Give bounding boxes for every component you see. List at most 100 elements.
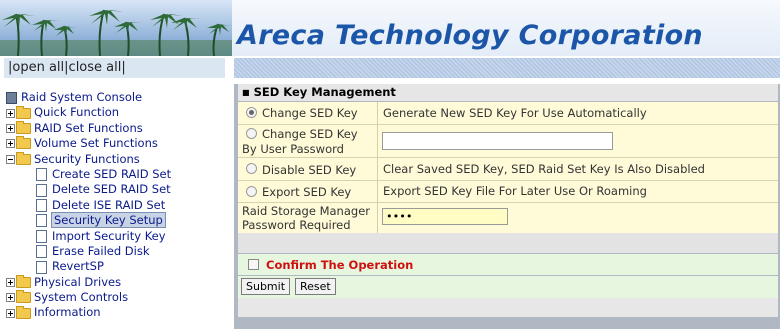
confirm-checkbox[interactable] [248,259,259,270]
navigation-tree: Raid System Console Quick Function RAID … [6,90,230,321]
palm-trees-logo [0,0,232,56]
folder-icon [16,290,31,304]
console-icon [6,91,17,104]
expand-plus-icon[interactable] [6,293,15,303]
expand-plus-icon[interactable] [6,277,15,287]
expand-plus-icon[interactable] [6,108,15,118]
palm-trees-image [0,9,232,56]
company-title: Areca Technology Corporation [237,20,703,51]
option-description: Clear Saved SED Key, SED Raid Set Key Is… [383,162,705,176]
option-row-disable-sed-key: Disable SED Key Clear Saved SED Key, SED… [238,158,778,180]
folder-icon [16,136,31,150]
tree-subitem-create-sed-raid-set[interactable]: Create SED RAID Set [6,167,230,182]
option-label: Change SED Key [262,106,358,120]
close-all-link[interactable]: close all [69,60,122,75]
tree-subitem-label: Erase Failed Disk [52,243,150,258]
tree-item-label: System Controls [34,290,129,305]
radio-change-sed-key[interactable] [246,107,257,118]
tree-subitem-erase-failed-disk[interactable]: Erase Failed Disk [6,244,230,259]
open-close-links: |open all|close all| [4,58,225,78]
header-banner: Areca Technology Corporation [0,0,780,56]
tree-item-label: Quick Function [34,105,120,120]
tree-item-system-controls[interactable]: System Controls [6,290,230,305]
tree-root[interactable]: Raid System Console [6,90,230,105]
bottom-bar [238,298,778,317]
page-icon [36,214,47,228]
section-title-text: SED Key Management [253,85,396,99]
password-row: Raid Storage Manager Password Required [238,203,778,233]
option-label-cell: Change SED Key By User Password [238,125,378,157]
option-label-cell: Export SED Key [238,181,378,202]
tree-subitem-delete-sed-raid-set[interactable]: Delete SED RAID Set [6,182,230,197]
tree-item-information[interactable]: Information [6,305,230,320]
tree-subitem-label: Import Security Key [52,228,166,243]
bullet-icon: ■ [242,88,250,97]
expand-plus-icon[interactable] [6,123,15,133]
password-input-cell [379,203,778,233]
tree-subitem-label: Delete ISE RAID Set [52,197,166,212]
submit-button[interactable]: Submit [241,278,291,295]
password-label-cell: Raid Storage Manager Password Required [238,203,378,233]
expand-plus-icon[interactable] [6,308,15,318]
option-row-export-sed-key: Export SED Key Export SED Key File For L… [238,181,778,202]
password-label: Raid Storage Manager [242,204,370,218]
option-desc-cell: Clear Saved SED Key, SED Raid Set Key Is… [379,158,778,180]
tree-subitem-import-security-key[interactable]: Import Security Key [6,229,230,244]
page-icon [36,168,47,182]
tree-subitem-label: Create SED RAID Set [52,166,172,181]
open-folder-icon [16,151,31,165]
option-desc-cell: Export SED Key File For Later Use Or Roa… [379,181,778,202]
page-icon [36,229,47,243]
folder-icon [16,105,31,119]
page-icon [36,245,47,259]
option-desc-cell: Generate New SED Key For Use Automatical… [379,102,778,124]
option-label: Change SED Key [262,127,358,141]
page-icon [36,260,47,274]
folder-icon [16,274,31,288]
page-icon [36,183,47,197]
tree-item-security-functions[interactable]: Security Functions [6,152,230,167]
tree-item-label: Physical Drives [34,274,122,289]
radio-change-by-password[interactable] [246,128,257,139]
tree-item-label: Volume Set Functions [34,136,158,151]
tree-item-raid-set-functions[interactable]: RAID Set Functions [6,121,230,136]
expand-plus-icon[interactable] [6,139,15,149]
tree-subitem-label: Delete SED RAID Set [52,182,171,197]
option-row-change-sed-key: Change SED Key Generate New SED Key For … [238,102,778,124]
option-description: Export SED Key File For Later Use Or Roa… [383,184,647,198]
option-description: Generate New SED Key For Use Automatical… [383,106,647,120]
tree-subitem-security-key-setup[interactable]: Security Key Setup [6,212,230,229]
section-title: ■ SED Key Management [238,84,778,101]
tree-item-volume-set-functions[interactable]: Volume Set Functions [6,136,230,151]
user-password-field[interactable] [382,132,613,150]
top-pattern-bar [234,58,780,78]
open-all-link[interactable]: open all [12,60,64,75]
confirm-row: Confirm The Operation [238,254,778,275]
button-row: Submit Reset [238,276,778,298]
folder-icon [16,120,31,134]
password-label-line2: Password Required [242,218,351,232]
tree-item-quick-function[interactable]: Quick Function [6,105,230,120]
radio-disable-sed-key[interactable] [246,163,257,174]
reset-button[interactable]: Reset [295,278,336,295]
tree-subitem-label-selected: Security Key Setup [51,212,166,229]
tree-item-label: Information [34,305,101,320]
confirm-label: Confirm The Operation [266,258,414,272]
option-label: Disable SED Key [262,163,357,177]
option-label: Export SED Key [262,185,352,199]
tree-item-label: Security Functions [34,151,140,166]
separator: | [121,60,126,75]
spacer-bar [238,233,778,253]
tree-root-label: Raid System Console [21,90,143,104]
tree-item-physical-drives[interactable]: Physical Drives [6,275,230,290]
page-icon [36,198,47,212]
tree-subitem-delete-ise-raid-set[interactable]: Delete ISE RAID Set [6,198,230,213]
tree-subitem-revertsp[interactable]: RevertSP [6,259,230,274]
folder-icon [16,305,31,319]
collapse-minus-icon[interactable] [6,154,15,164]
password-field[interactable] [382,208,508,225]
main-panel: ■ SED Key Management Change SED Key Gene… [234,84,780,329]
option-input-cell [379,125,778,157]
option-label-line2: By User Password [242,142,344,156]
radio-export-sed-key[interactable] [246,186,257,197]
